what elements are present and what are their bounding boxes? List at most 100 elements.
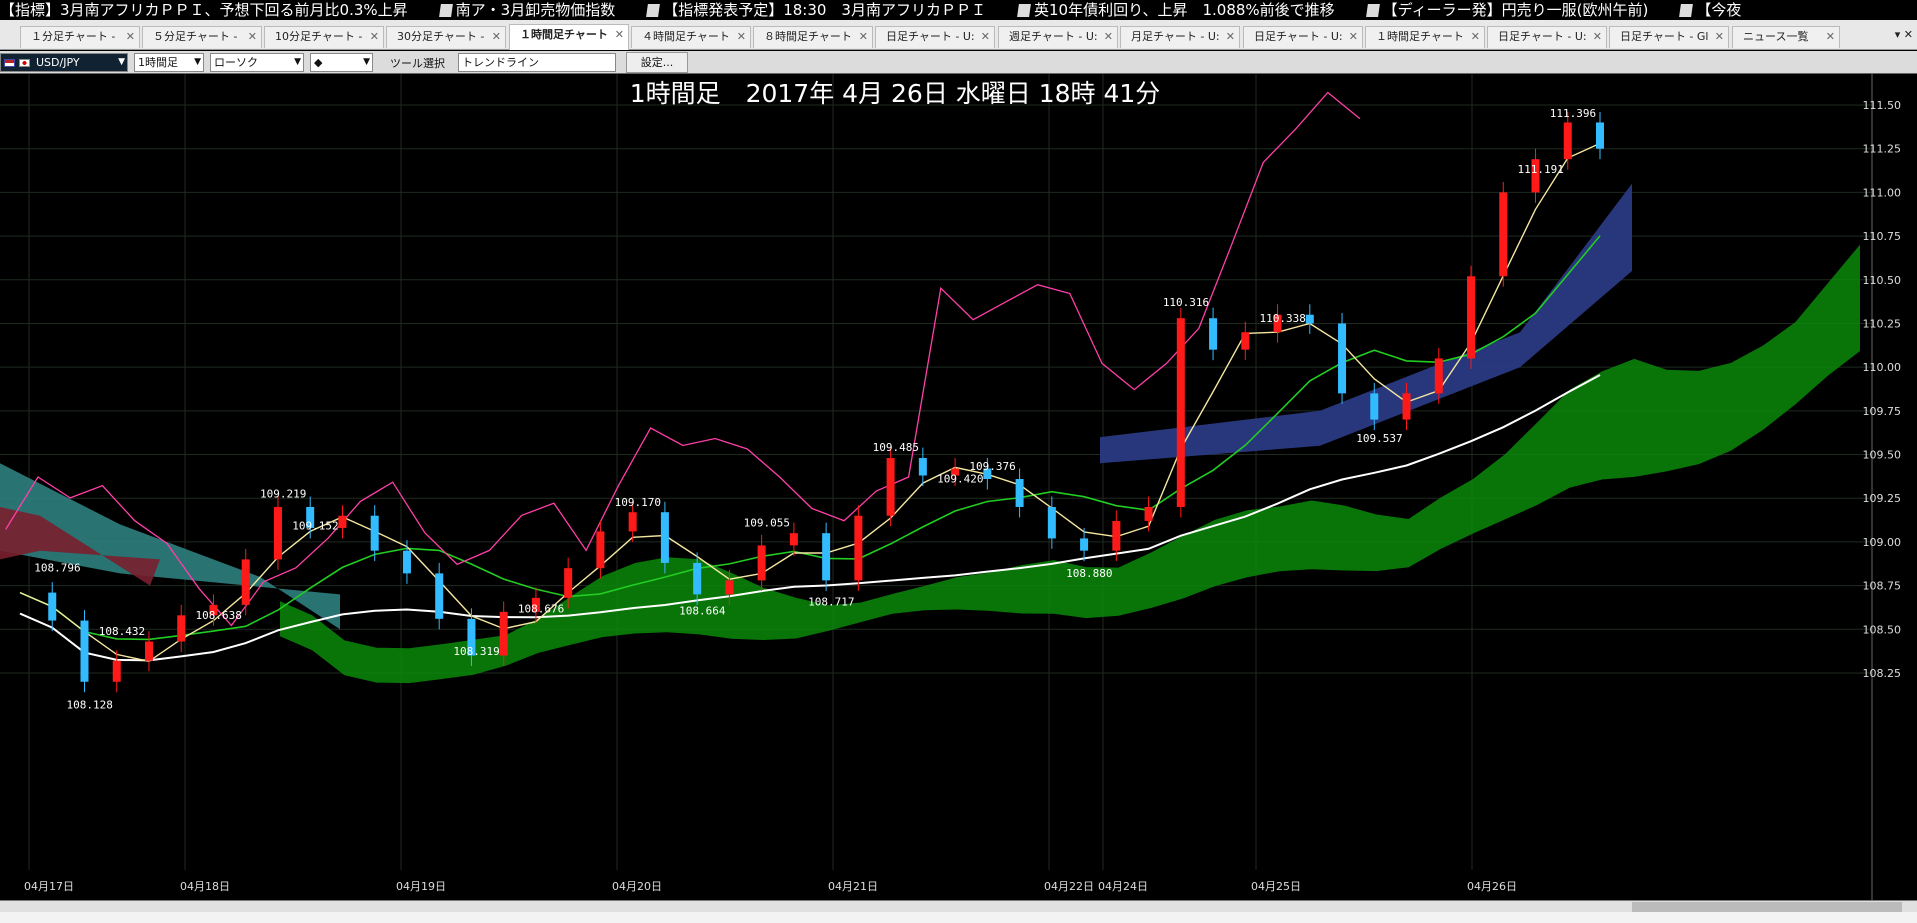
candle-body (660, 512, 669, 563)
ticker-item[interactable]: 【今夜 (1670, 0, 1741, 20)
price-annotation: 110.338 (1260, 312, 1306, 325)
candle-body (1563, 122, 1572, 160)
candle-body (80, 620, 89, 682)
marker-select[interactable]: ◆ ▼ (310, 53, 373, 72)
scrollbar-thumb[interactable] (1632, 902, 1902, 912)
candle-body (725, 580, 734, 595)
price-annotation: 111.396 (1550, 107, 1596, 120)
close-icon[interactable]: ✕ (1826, 27, 1835, 47)
document-icon (1017, 4, 1031, 17)
ticker-item[interactable]: 南ア・3月卸売物価指数 (430, 0, 616, 20)
y-tick-label: 108.25 (1863, 667, 1902, 680)
candle-body (918, 458, 927, 476)
close-icon[interactable]: ✕ (1226, 27, 1235, 47)
chevron-down-icon: ▼ (118, 57, 125, 67)
tab-chart-6[interactable]: ８時間足チャート ✕ (753, 26, 873, 48)
price-annotation: 108.676 (518, 603, 564, 616)
candle-body (177, 615, 186, 642)
tool-select-label: ツール選択 (390, 57, 445, 70)
tab-chart-12[interactable]: 日足チャート - U: ✕ (1487, 26, 1607, 48)
candle-body (435, 573, 444, 619)
close-icon[interactable]: ✕ (492, 27, 501, 47)
close-icon[interactable]: ✕ (1349, 27, 1358, 47)
document-icon (1365, 4, 1380, 17)
close-icon[interactable]: ✕ (1715, 27, 1724, 47)
symbol-select[interactable]: USD/JPY ▼ (0, 53, 128, 72)
tab-chart-11[interactable]: １時間足チャート ✕ (1365, 26, 1485, 48)
price-annotation: 111.191 (1518, 163, 1564, 176)
ticker-item[interactable]: 【ディーラー発】円売り一服(欧州午前) (1357, 0, 1649, 20)
tab-chart-8[interactable]: 週足チャート - U: ✕ (998, 26, 1118, 48)
close-icon[interactable]: ✕ (248, 27, 257, 47)
tab-label: 日足チャート - U: (886, 30, 975, 43)
x-tick-label: 04月22日 (1044, 880, 1094, 893)
candle-body (1015, 479, 1024, 507)
candle-body (1467, 276, 1476, 359)
settings-button[interactable]: 設定... (626, 52, 688, 73)
x-tick-label: 04月20日 (612, 880, 662, 893)
tab-label: ５分足チャート - (153, 30, 238, 43)
price-annotation: 108.717 (808, 595, 854, 608)
ticker-text: 英10年債利回り、上昇 1.088%前後で推移 (1033, 1, 1335, 19)
ticker-text: 【指標発表予定】18:30 3月南アフリカＰＰＩ (663, 1, 986, 19)
document-icon (438, 4, 453, 17)
ticker-text: 【今夜 (1696, 1, 1742, 19)
tab-chart-7[interactable]: 日足チャート - U: ✕ (875, 26, 995, 48)
candle-body (1144, 506, 1153, 521)
candle-body (1434, 358, 1443, 394)
tab-chart-10[interactable]: 日足チャート - U: ✕ (1243, 26, 1363, 48)
close-icon[interactable]: ✕ (126, 27, 135, 47)
tab-chart-3[interactable]: 30分足チャート - ✕ (386, 26, 506, 48)
ticker-item[interactable]: 英10年債利回り、上昇 1.088%前後で推移 (1008, 0, 1335, 20)
timeframe-select[interactable]: 1時間足 ▼ (134, 53, 204, 72)
close-icon[interactable]: ✕ (859, 27, 868, 47)
document-icon (646, 4, 661, 17)
tool-select[interactable]: トレンドライン (458, 53, 616, 72)
close-icon[interactable]: ✕ (370, 27, 379, 47)
close-icon[interactable]: ✕ (981, 27, 990, 47)
tab-chart-14[interactable]: ニュース一覧 ✕ (1732, 26, 1840, 48)
us-flag-icon (4, 59, 15, 67)
price-annotation: 109.420 (937, 473, 983, 486)
tab-label: ニュース一覧 (1743, 30, 1809, 43)
candle-body (886, 458, 895, 516)
price-annotation: 108.128 (66, 698, 112, 711)
close-icon[interactable]: ✕ (737, 27, 746, 47)
tab-chart-2[interactable]: 10分足チャート - ✕ (264, 26, 384, 48)
horizontal-scrollbar[interactable] (0, 900, 1917, 912)
price-chart[interactable]: 111.50 111.25 111.00 110.75 110.50 110.25 110.… (0, 74, 1917, 900)
candle-body (1370, 393, 1379, 420)
tab-chart-1[interactable]: ５分足チャート - ✕ (142, 26, 262, 48)
candle-body (789, 533, 798, 546)
chart-type-select[interactable]: ローソク ▼ (210, 53, 304, 72)
ticker-text: 南ア・3月卸売物価指数 (455, 1, 616, 19)
candle-body (370, 515, 379, 551)
price-annotation: 109.537 (1356, 432, 1402, 445)
tab-chart-4[interactable]: １時間足チャート ✕ (509, 24, 629, 50)
y-tick-label: 108.50 (1863, 623, 1902, 636)
tab-chart-0[interactable]: １分足チャート - ✕ (20, 26, 140, 48)
chevron-down-icon: ▼ (363, 57, 370, 67)
y-tick-label: 111.00 (1863, 186, 1902, 199)
price-annotation: 109.055 (744, 516, 790, 529)
candle-body (564, 568, 573, 598)
tool-value: トレンドライン (462, 56, 539, 69)
candle-body (628, 512, 637, 532)
news-ticker[interactable]: 【指標】3月南アフリカＰＰＩ、予想下回る前月比0.3%上昇 南ア・3月卸売物価指数… (0, 0, 1917, 20)
close-icon[interactable]: ✕ (1104, 27, 1113, 47)
ticker-text: 【ディーラー発】円売り一服(欧州午前) (1382, 1, 1649, 19)
close-icon[interactable]: ✕ (615, 25, 624, 45)
tab-chart-9[interactable]: 月足チャート - U: ✕ (1120, 26, 1240, 48)
ticker-item[interactable]: 【指標】3月南アフリカＰＰＩ、予想下回る前月比0.3%上昇 (0, 0, 408, 20)
close-icon[interactable]: ✕ (1471, 27, 1480, 47)
chevron-down-icon: ▼ (294, 57, 301, 67)
ticker-item[interactable]: 【指標発表予定】18:30 3月南アフリカＰＰＩ (637, 0, 986, 20)
close-icon[interactable]: ✕ (1593, 27, 1602, 47)
tab-chart-13[interactable]: 日足チャート - Gl ✕ (1609, 26, 1729, 48)
candle-body (1305, 314, 1314, 324)
tab-chart-5[interactable]: ４時間足チャート ✕ (631, 26, 751, 48)
chart-title: 1時間足 2017年 4月 26日 水曜日 18時 41分 (630, 79, 1161, 108)
y-tick-label: 109.50 (1863, 449, 1902, 462)
tab-controls[interactable]: ▾ ✕ (1895, 28, 1913, 41)
ticker-text: 【指標】3月南アフリカＰＰＩ、予想下回る前月比0.3%上昇 (0, 1, 408, 19)
